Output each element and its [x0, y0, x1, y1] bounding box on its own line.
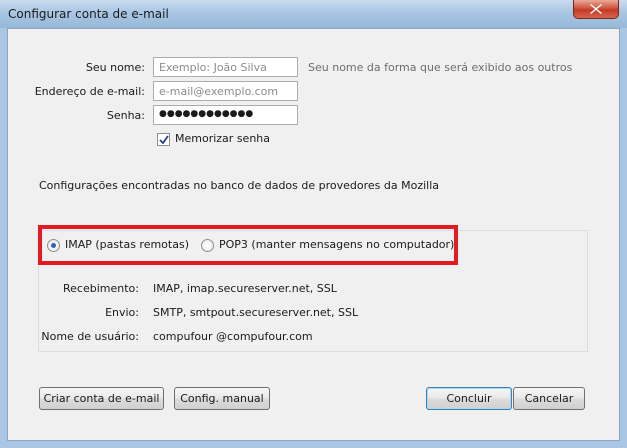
outgoing-label: Envio: — [105, 306, 139, 319]
title-bar[interactable]: Configurar conta de e-mail — [0, 0, 627, 28]
email-input[interactable] — [153, 81, 298, 101]
config-found-message: Configurações encontradas no banco de da… — [39, 179, 440, 192]
create-account-button[interactable]: Criar conta de e-mail — [39, 387, 164, 410]
manual-config-button[interactable]: Config. manual — [174, 387, 270, 410]
password-input[interactable]: ●●●●●●●●●●●● — [153, 105, 298, 125]
username-label: Nome de usuário: — [41, 330, 139, 343]
remember-password-label[interactable]: Memorizar senha — [175, 132, 270, 145]
email-label: Endereço de e-mail: — [34, 85, 145, 98]
outgoing-value: SMTP, smtpout.secureserver.net, SSL — [153, 306, 359, 319]
name-input[interactable] — [153, 57, 298, 77]
name-label: Seu nome: — [85, 61, 145, 74]
checkmark-icon — [159, 135, 169, 145]
done-button[interactable]: Concluir — [426, 387, 512, 410]
name-hint: Seu nome da forma que será exibido aos o… — [308, 61, 573, 74]
remember-password-checkbox[interactable] — [157, 133, 170, 146]
incoming-value: IMAP, imap.secureserver.net, SSL — [153, 282, 337, 295]
close-button[interactable] — [573, 0, 619, 19]
cancel-button[interactable]: Cancelar — [513, 387, 585, 410]
close-icon — [590, 4, 602, 14]
window-title: Configurar conta de e-mail — [8, 7, 169, 21]
incoming-label: Recebimento: — [63, 282, 139, 295]
annotation-highlight-box — [38, 225, 458, 265]
username-value: compufour @compufour.com — [153, 330, 313, 343]
password-label: Senha: — [106, 109, 145, 122]
